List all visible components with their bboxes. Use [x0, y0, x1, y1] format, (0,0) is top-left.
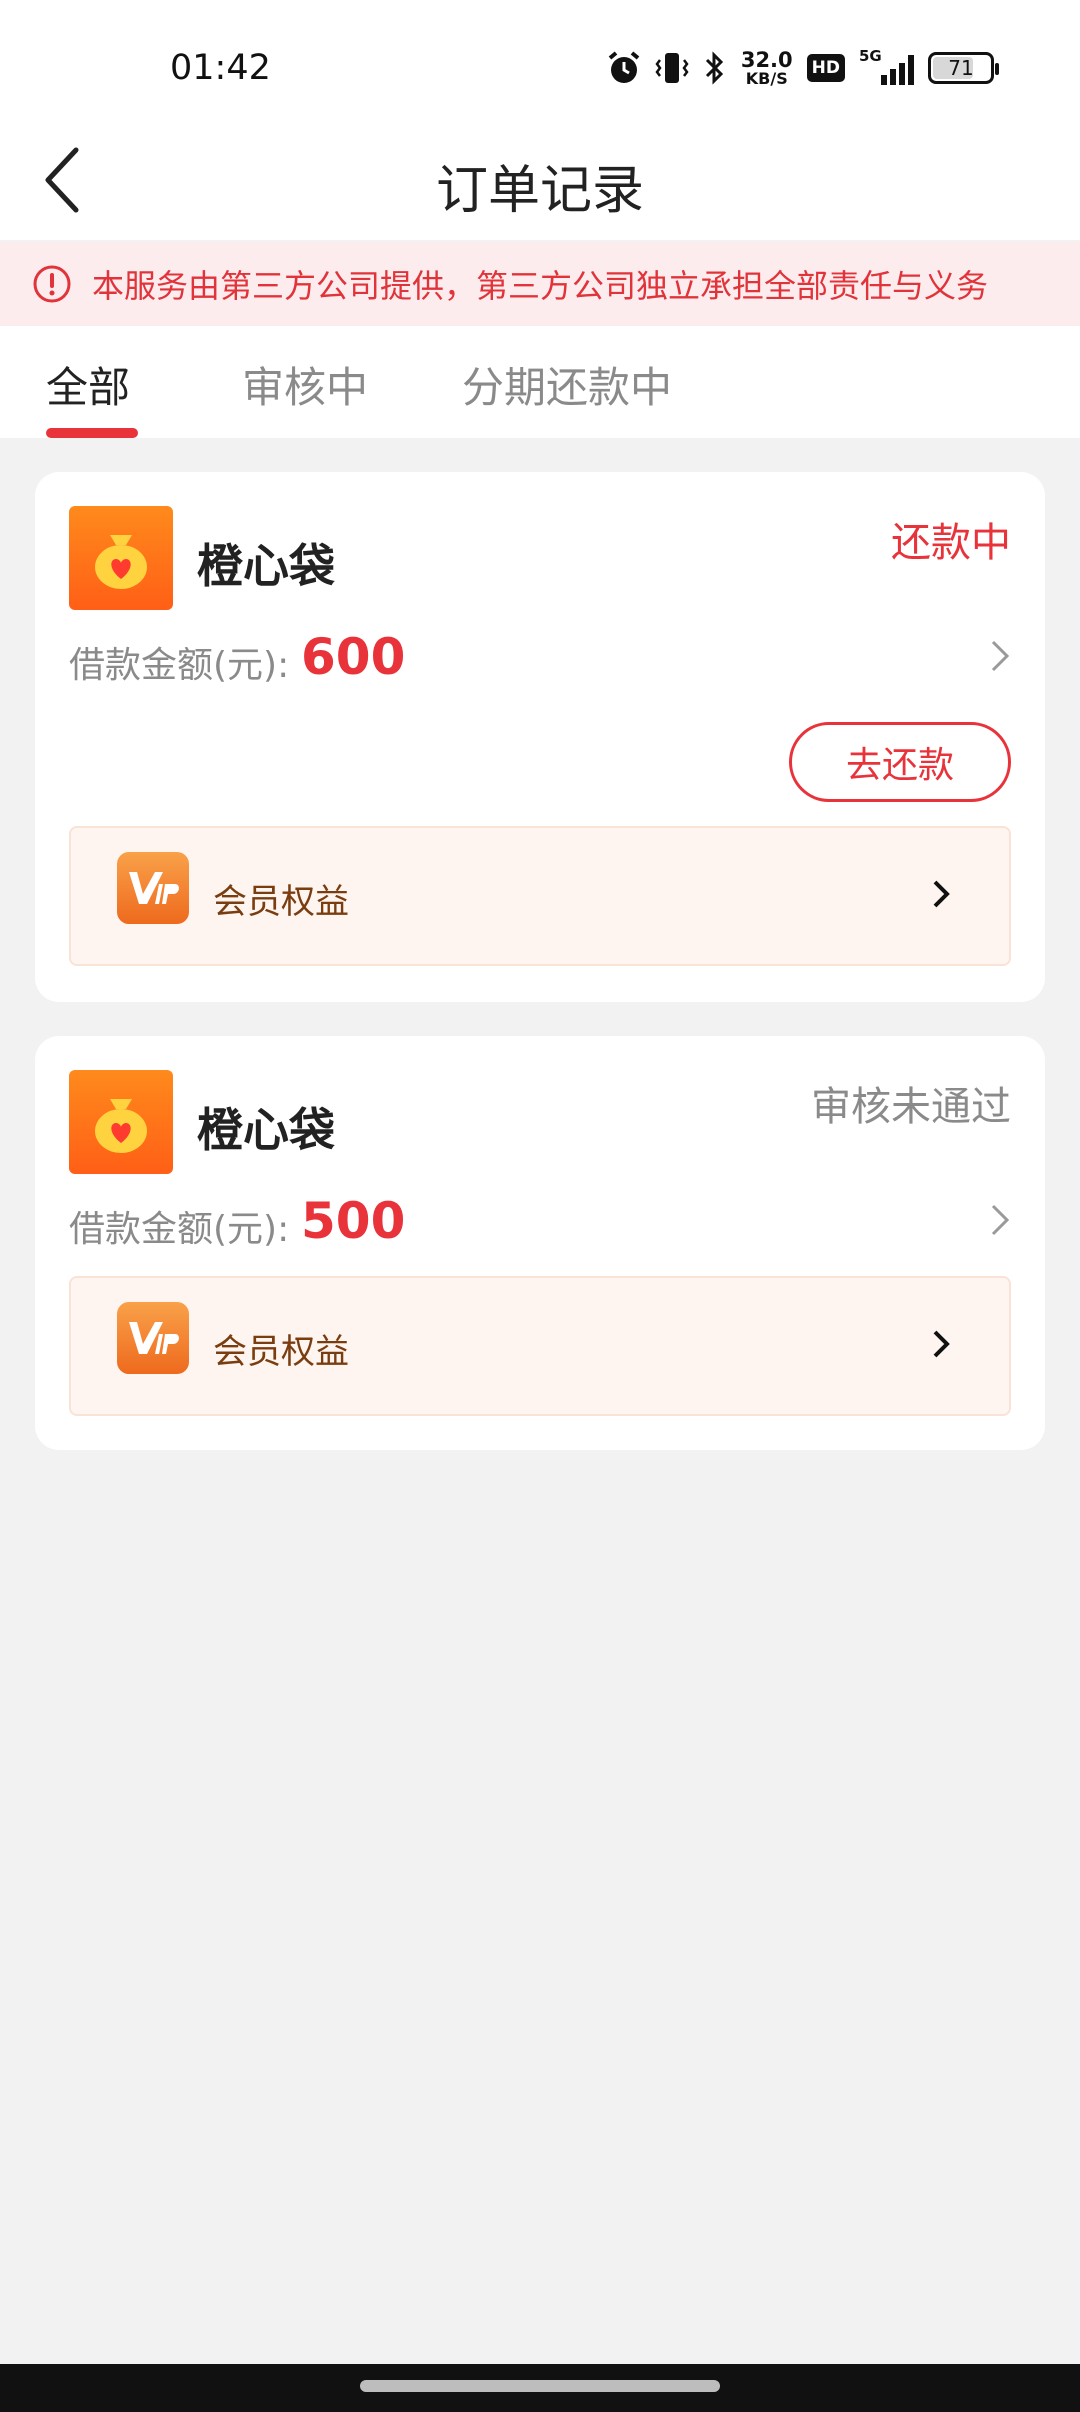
tab-reviewing[interactable]: 审核中	[242, 354, 368, 415]
status-time: 01:42	[170, 48, 271, 88]
disclaimer-banner: 本服务由第三方公司提供，第三方公司独立承担全部责任与义务	[0, 242, 1080, 326]
loan-amount-value: 500	[301, 1192, 406, 1250]
battery-percent: 71	[948, 56, 974, 80]
network-speed: 32.0 KB/S	[740, 47, 793, 88]
gesture-bar	[0, 2364, 1080, 2412]
nav-bar: 订单记录	[0, 120, 1080, 240]
vip-benefits-row[interactable]: 会员权益	[69, 826, 1011, 966]
app-name: 橙心袋	[197, 1103, 335, 1157]
vip-benefits-label: 会员权益	[213, 1332, 349, 1372]
loan-amount-label: 借款金额(元):	[69, 645, 290, 686]
status-bar: 01:42 32.0 KB/S HD 5G 71	[0, 0, 1080, 140]
tab-bar: 全部 审核中 分期还款中	[0, 326, 1080, 438]
chevron-right-icon	[991, 640, 1010, 672]
signal-label: 5G	[859, 47, 882, 65]
battery-icon: 71	[928, 52, 999, 84]
network-speed-unit: KB/S	[745, 68, 788, 88]
tab-indicator	[46, 428, 138, 438]
vip-icon	[117, 852, 189, 924]
app-name: 橙心袋	[197, 539, 335, 593]
alarm-icon	[608, 51, 640, 83]
tab-installment[interactable]: 分期还款中	[462, 354, 672, 415]
disclaimer-text: 本服务由第三方公司提供，第三方公司独立承担全部责任与义务	[92, 267, 989, 305]
bluetooth-icon	[705, 51, 723, 85]
vip-logo-icon	[129, 1322, 179, 1354]
repay-button[interactable]: 去还款	[789, 722, 1011, 802]
chevron-right-icon	[991, 1204, 1010, 1236]
app-logo	[69, 506, 173, 610]
page-title: 订单记录	[435, 161, 644, 221]
order-card[interactable]: 橙心袋 还款中 借款金额(元): 600 去还款 会员权益	[35, 472, 1045, 1002]
order-status: 审核未通过	[811, 1084, 1011, 1130]
vibrate-icon	[655, 53, 689, 83]
status-icons: 32.0 KB/S HD 5G 71	[607, 44, 999, 92]
loan-amount-label: 借款金额(元):	[69, 1209, 290, 1250]
hd-badge: HD	[806, 54, 845, 82]
alert-icon	[33, 265, 71, 303]
network-speed-value: 32.0	[740, 47, 793, 72]
money-bag-icon	[95, 535, 147, 589]
home-indicator[interactable]	[360, 2380, 720, 2392]
loan-amount-value: 600	[301, 628, 406, 686]
order-card[interactable]: 橙心袋 审核未通过 借款金额(元): 500 会员权益	[35, 1036, 1045, 1450]
signal-icon: 5G	[859, 47, 914, 85]
chevron-right-icon	[933, 880, 950, 908]
money-bag-icon	[95, 1099, 147, 1153]
vip-benefits-label: 会员权益	[213, 882, 349, 922]
order-status: 还款中	[891, 520, 1011, 566]
tab-all[interactable]: 全部	[46, 354, 130, 415]
vip-benefits-row[interactable]: 会员权益	[69, 1276, 1011, 1416]
app-logo	[69, 1070, 173, 1174]
vip-icon	[117, 1302, 189, 1374]
vip-logo-icon	[129, 872, 179, 904]
chevron-right-icon	[933, 1330, 950, 1358]
